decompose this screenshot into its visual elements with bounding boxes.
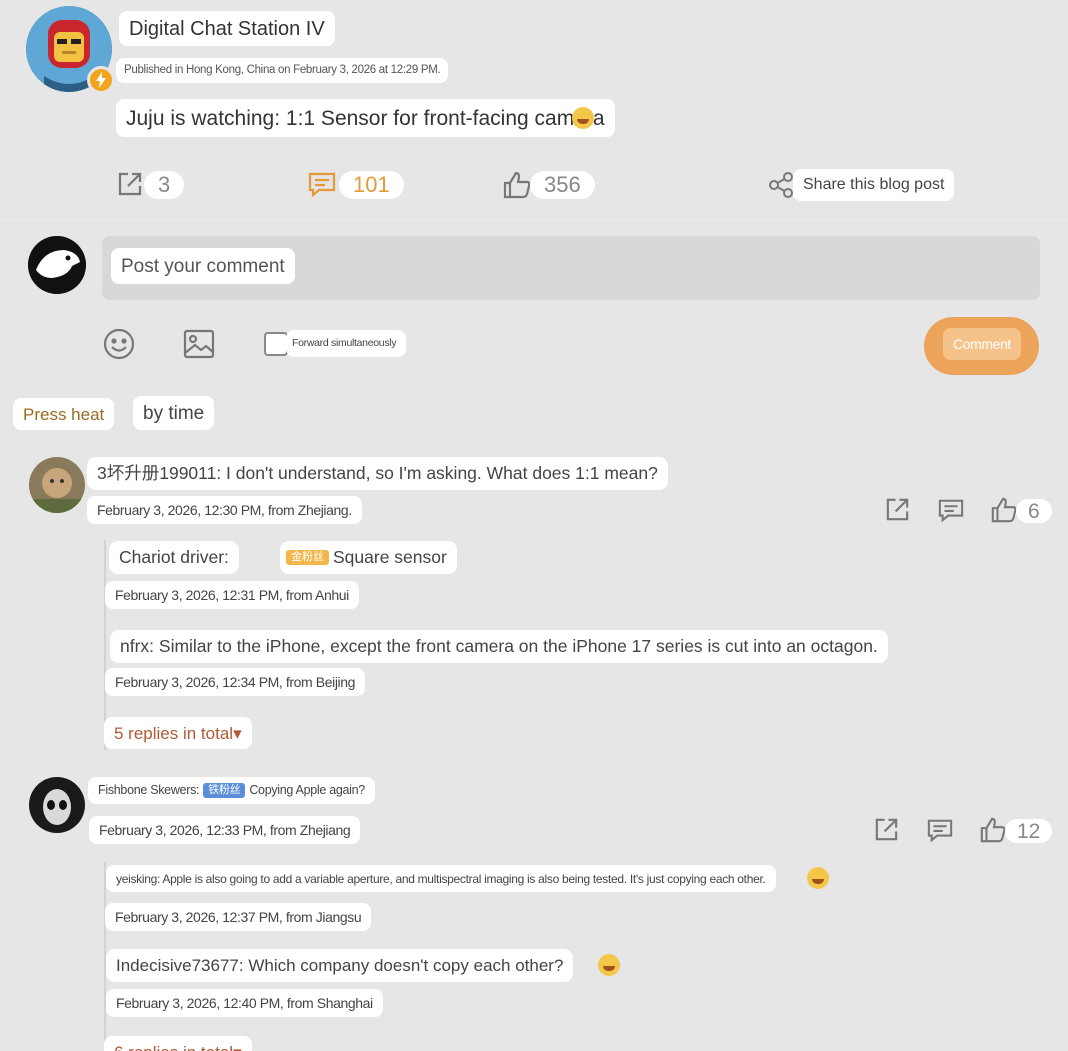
current-user-avatar [28, 236, 86, 294]
reply-author[interactable]: Chariot driver: [119, 548, 229, 567]
forward-label: Forward simultaneously [286, 330, 407, 357]
post-body-text: Juju is watching: 1:1 Sensor for front-f… [126, 106, 605, 130]
comment-body: Copying Apple again? [249, 783, 365, 798]
fan-badge: 铁粉丝 [203, 783, 246, 798]
expand-replies-button[interactable]: 6 replies in total▾ [104, 1036, 252, 1051]
commenter-avatar[interactable] [29, 777, 85, 833]
emoji-icon [572, 107, 594, 129]
like-icon[interactable] [979, 816, 1007, 844]
reply-time: February 3, 2026, 12:40 PM, from Shangha… [106, 989, 383, 1017]
like-count: 356 [530, 171, 595, 199]
reply-text: nfrx: Similar to the iPhone, except the … [110, 630, 888, 663]
comment-text: Fishbone Skewers: 铁粉丝 Copying Apple agai… [88, 777, 375, 804]
sort-by-time-tab[interactable]: by time [133, 396, 215, 430]
emoji-icon [807, 867, 830, 889]
comment-placeholder[interactable]: Post your comment [111, 248, 295, 284]
like-icon[interactable] [502, 170, 532, 200]
sort-by-heat-tab[interactable]: Press heat [13, 398, 115, 430]
reply-text: Indecisive73677: Which company doesn't c… [106, 949, 574, 982]
reply-time: February 3, 2026, 12:37 PM, from Jiangsu [105, 903, 372, 931]
emoji-picker-icon[interactable] [102, 327, 136, 361]
repost-icon[interactable] [884, 496, 911, 523]
comment-text: 3坏升册199011: I don't understand, so I'm a… [87, 457, 668, 490]
reply-icon[interactable] [926, 817, 954, 843]
expand-replies-button[interactable]: 5 replies in total▾ [104, 717, 252, 749]
comment-icon[interactable] [307, 170, 337, 198]
comment-submit-label[interactable]: Comment [943, 328, 1021, 360]
post-meta: Published in Hong Kong, China on Februar… [116, 58, 449, 83]
repost-icon[interactable] [116, 170, 144, 198]
share-icon[interactable] [768, 172, 794, 198]
reply-text: yeisking: Apple is also going to add a v… [106, 865, 776, 892]
fan-badge: 金粉丝 [286, 550, 329, 565]
comment-author[interactable]: Fishbone Skewers: [98, 784, 200, 797]
repost-icon[interactable] [873, 816, 900, 843]
comment-time: February 3, 2026, 12:33 PM, from Zhejian… [89, 816, 361, 844]
reply-time: February 3, 2026, 12:31 PM, from Anhui [105, 581, 359, 609]
comment-time: February 3, 2026, 12:30 PM, from Zhejian… [87, 496, 362, 524]
reply-body: Square sensor [333, 546, 447, 567]
share-post-button[interactable]: Share this blog post [793, 169, 955, 201]
image-upload-icon[interactable] [182, 327, 216, 361]
comment-count: 101 [339, 171, 404, 199]
verified-badge-icon [87, 66, 115, 94]
like-icon[interactable] [990, 496, 1018, 524]
emoji-icon [597, 954, 620, 976]
forward-checkbox[interactable] [264, 332, 288, 356]
commenter-avatar[interactable] [29, 457, 85, 513]
post-body: Juju is watching: 1:1 Sensor for front-f… [116, 99, 615, 137]
comment-like-count: 12 [1005, 819, 1053, 843]
repost-count: 3 [144, 171, 185, 199]
post-author-name[interactable]: Digital Chat Station IV [119, 11, 335, 46]
reply-text: Chariot driver: [109, 541, 239, 574]
reply-icon[interactable] [937, 497, 965, 523]
reply-time: February 3, 2026, 12:34 PM, from Beijing [105, 668, 366, 696]
comment-like-count: 6 [1016, 499, 1052, 523]
divider [0, 219, 1068, 220]
reply-text: 金粉丝 Square sensor [280, 541, 457, 574]
